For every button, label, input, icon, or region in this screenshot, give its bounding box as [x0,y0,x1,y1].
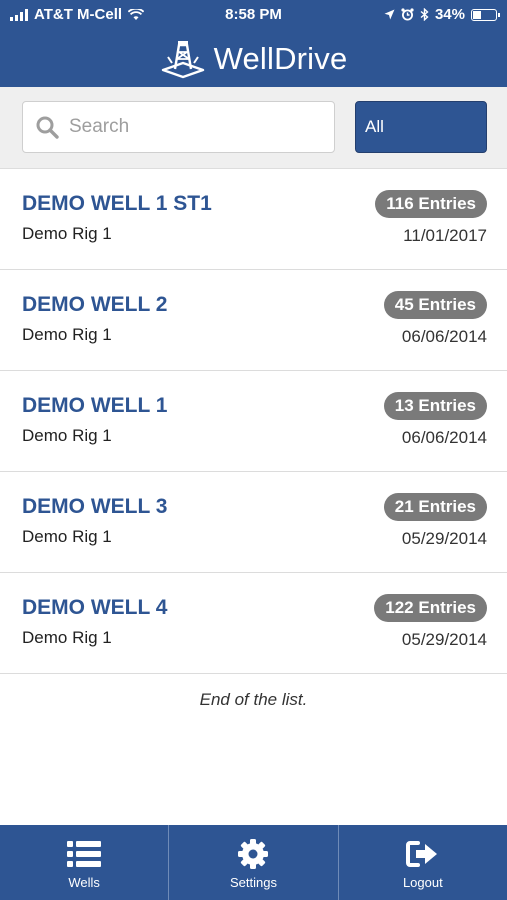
well-name: DEMO WELL 3 [22,495,168,518]
tab-bar: Wells Settings Logout [0,825,507,900]
well-name: DEMO WELL 4 [22,596,168,619]
search-icon [36,116,59,139]
tab-settings[interactable]: Settings [168,825,337,900]
brand: WellDrive [0,38,507,80]
rig-name: Demo Rig 1 [22,224,112,243]
well-name: DEMO WELL 1 [22,394,168,417]
well-list-item[interactable]: DEMO WELL 2 Demo Rig 1 45 Entries 06/06/… [0,270,507,371]
battery-percent: 34% [434,6,465,23]
entries-badge: 13 Entries [383,392,487,420]
tab-label: Logout [402,875,443,890]
search-bar: All [0,87,507,169]
rig-name: Demo Rig 1 [22,426,112,445]
gear-icon [237,838,269,870]
well-date: 11/01/2017 [403,226,487,245]
status-bar: AT&T M-Cell 8:58 PM 34% [0,0,507,30]
filter-all-button[interactable]: All [355,101,487,153]
tab-wells[interactable]: Wells [0,825,168,900]
well-list-item[interactable]: DEMO WELL 1 ST1 Demo Rig 1 116 Entries 1… [0,169,507,270]
entries-badge: 45 Entries [383,291,487,319]
well-list-item[interactable]: DEMO WELL 1 Demo Rig 1 13 Entries 06/06/… [0,371,507,472]
rig-name: Demo Rig 1 [22,527,112,546]
location-arrow-icon [384,9,395,20]
well-date: 06/06/2014 [401,327,487,346]
alarm-icon [401,8,414,21]
app-header: AT&T M-Cell 8:58 PM 34% WellDrive [0,0,507,87]
well-name: DEMO WELL 2 [22,293,168,316]
tab-label: Settings [230,875,277,890]
search-input[interactable] [69,116,309,138]
rig-name: Demo Rig 1 [22,628,112,647]
well-list-item[interactable]: DEMO WELL 4 Demo Rig 1 122 Entries 05/29… [0,573,507,674]
derrick-logo-icon [161,41,204,79]
tab-label: Wells [68,875,100,890]
entries-badge: 21 Entries [383,493,487,521]
list-icon [67,838,102,870]
logout-icon [405,838,440,870]
entries-badge: 116 Entries [375,190,487,218]
entries-badge: 122 Entries [374,594,487,622]
well-list: DEMO WELL 1 ST1 Demo Rig 1 116 Entries 1… [0,169,507,674]
well-date: 06/06/2014 [401,428,487,447]
rig-name: Demo Rig 1 [22,325,112,344]
tab-logout[interactable]: Logout [337,825,507,900]
brand-name: WellDrive [213,41,348,76]
well-name: DEMO WELL 1 ST1 [22,192,212,215]
end-of-list-note: End of the list. [199,690,308,709]
well-date: 05/29/2014 [401,529,487,548]
search-box[interactable] [22,101,335,153]
bluetooth-icon [420,8,429,21]
well-list-item[interactable]: DEMO WELL 3 Demo Rig 1 21 Entries 05/29/… [0,472,507,573]
battery-icon [471,8,500,21]
well-date: 05/29/2014 [401,630,487,649]
